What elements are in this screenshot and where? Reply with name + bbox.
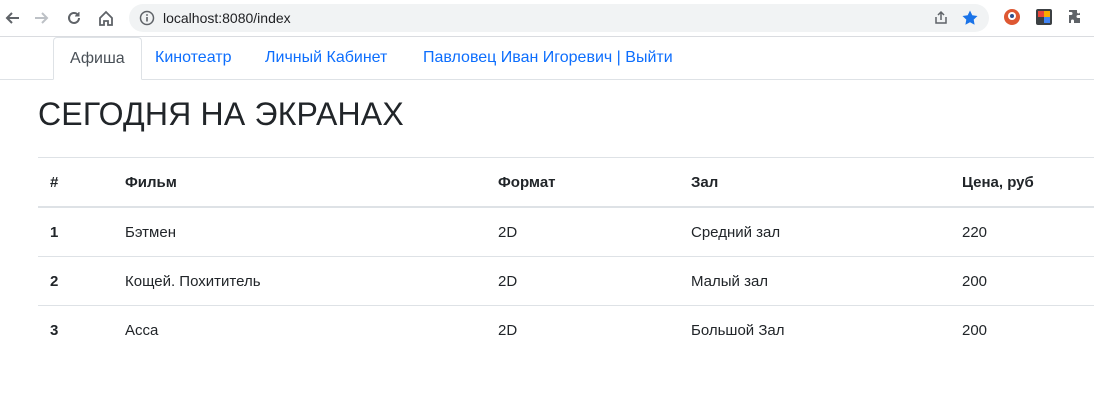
back-arrow-icon[interactable]	[2, 8, 22, 28]
price: 200	[950, 256, 1094, 306]
table-row: 3 Асса 2D Большой Зал 200	[38, 305, 1094, 354]
tab-user-logout[interactable]: Павловец Иван Игоревич | Выйти	[407, 37, 689, 78]
table-header-row: # Фильм Формат Зал Цена, руб	[38, 157, 1094, 208]
hall-name: Малый зал	[679, 256, 950, 306]
film-format: 2D	[486, 206, 679, 257]
bookmark-star-icon[interactable]	[961, 9, 979, 32]
duckduckgo-extension-icon[interactable]	[1003, 8, 1021, 26]
row-number: 3	[38, 305, 113, 354]
browser-toolbar: localhost:8080/index	[0, 0, 1094, 37]
header-number: #	[38, 157, 113, 208]
header-price: Цена, руб	[950, 157, 1094, 208]
price: 200	[950, 305, 1094, 354]
film-format: 2D	[486, 305, 679, 354]
url-text[interactable]: localhost:8080/index	[163, 10, 291, 26]
page-title: СЕГОДНЯ НА ЭКРАНАХ	[38, 96, 404, 132]
tab-afisha[interactable]: Афиша	[53, 37, 142, 80]
table-row: 2 Кощей. Похититель 2D Малый зал 200	[38, 256, 1094, 306]
hall-name: Большой Зал	[679, 305, 950, 354]
film-title: Бэтмен	[113, 206, 486, 257]
row-number: 1	[38, 206, 113, 257]
share-icon[interactable]	[933, 10, 949, 31]
film-format: 2D	[486, 256, 679, 306]
film-title: Кощей. Похититель	[113, 256, 486, 306]
schedule-table: # Фильм Формат Зал Цена, руб 1 Бэтмен 2D…	[38, 157, 1094, 354]
tab-cinema[interactable]: Кинотеатр	[139, 37, 247, 78]
puzzle-extensions-icon[interactable]	[1067, 8, 1085, 26]
row-number: 2	[38, 256, 113, 306]
address-bar[interactable]: localhost:8080/index	[129, 4, 989, 32]
header-hall: Зал	[679, 157, 950, 208]
film-title: Асса	[113, 305, 486, 354]
forward-arrow-icon[interactable]	[32, 8, 52, 28]
main-nav-tabs: Афиша Кинотеатр Личный Кабинет Павловец …	[0, 37, 1094, 80]
extension-icon[interactable]	[1035, 8, 1053, 26]
header-format: Формат	[486, 157, 679, 208]
table-row: 1 Бэтмен 2D Средний зал 220	[38, 206, 1094, 257]
info-icon[interactable]	[139, 10, 155, 31]
price: 220	[950, 206, 1094, 257]
header-film: Фильм	[113, 157, 486, 208]
reload-icon[interactable]	[64, 8, 84, 28]
hall-name: Средний зал	[679, 206, 950, 257]
tab-personal-account[interactable]: Личный Кабинет	[249, 37, 403, 78]
home-icon[interactable]	[96, 8, 116, 28]
